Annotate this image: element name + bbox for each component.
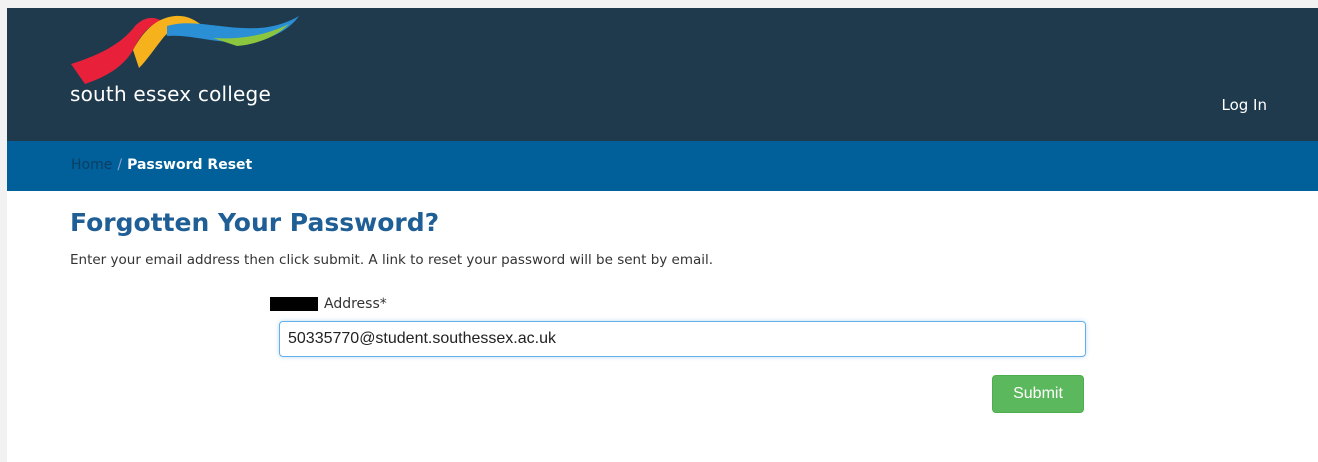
breadcrumb-bar: Home / Password Reset [7, 141, 1318, 191]
submit-button[interactable]: Submit [992, 375, 1084, 413]
college-logo[interactable] [63, 12, 303, 84]
redaction-box [270, 297, 318, 311]
email-field-label-text: Address* [324, 296, 387, 312]
email-field[interactable] [279, 321, 1086, 357]
site-header: south essex college Log In [7, 8, 1318, 141]
log-in-link[interactable]: Log In [1222, 96, 1268, 114]
breadcrumb-separator: / [117, 157, 123, 173]
page: south essex college Log In Home / Password… [7, 8, 1318, 462]
page-title: Forgotten Your Password? [70, 208, 440, 237]
instructions-text: Enter your email address then click subm… [70, 252, 714, 268]
breadcrumb-home-link[interactable]: Home [71, 157, 112, 173]
email-field-label: Address* [270, 296, 387, 312]
breadcrumb-current: Password Reset [127, 157, 253, 173]
breadcrumb: Home / Password Reset [71, 157, 252, 173]
college-name-text: south essex college [70, 82, 271, 106]
